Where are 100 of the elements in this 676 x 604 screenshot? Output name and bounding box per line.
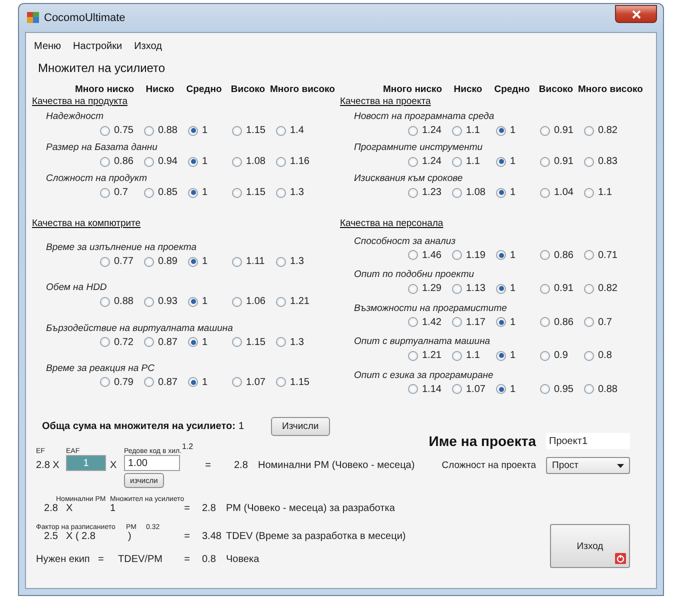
radio-button[interactable]	[232, 337, 242, 348]
radio-button[interactable]	[144, 337, 154, 348]
group-title: Качества на персонала	[340, 218, 444, 229]
radio-button[interactable]	[408, 156, 418, 166]
radio-button[interactable]	[100, 377, 110, 388]
radio-button[interactable]	[144, 256, 154, 267]
radio-button[interactable]	[496, 188, 506, 198]
radio-button[interactable]	[496, 126, 506, 136]
radio-button[interactable]	[540, 250, 550, 260]
radio-button[interactable]	[276, 377, 286, 388]
radio-button[interactable]	[584, 250, 594, 260]
radio-button[interactable]	[452, 284, 462, 294]
radio-button[interactable]	[540, 350, 550, 360]
radio-button[interactable]	[144, 377, 154, 388]
radio-button[interactable]	[408, 284, 418, 294]
radio-button[interactable]	[408, 317, 418, 327]
menu-item[interactable]: Изход	[134, 40, 162, 52]
radio-button[interactable]	[276, 296, 286, 307]
option-value: 0.72	[114, 336, 134, 348]
option-value: 1.3	[290, 187, 304, 198]
radio-button[interactable]	[540, 188, 550, 198]
radio-button[interactable]	[232, 377, 242, 388]
radio-button[interactable]	[452, 126, 462, 136]
radio-button[interactable]	[408, 188, 418, 198]
radio-button[interactable]	[496, 350, 506, 360]
radio-button[interactable]	[188, 126, 198, 136]
radio-button[interactable]	[188, 337, 198, 348]
column-header: Средно	[493, 83, 531, 96]
radio-button[interactable]	[584, 384, 594, 394]
radio-button[interactable]	[496, 284, 506, 294]
menu-item[interactable]: Меню	[34, 40, 62, 52]
radio-button[interactable]	[100, 256, 110, 267]
radio-button[interactable]	[100, 337, 110, 348]
total-label: Обща сума на множителя на усилието:	[42, 421, 236, 432]
radio-button[interactable]	[144, 188, 154, 198]
radio-button[interactable]	[100, 188, 110, 198]
menu-item[interactable]: Настройки	[73, 40, 122, 52]
radio-button[interactable]	[408, 126, 418, 136]
radio-button[interactable]	[584, 317, 594, 327]
app-icon	[27, 12, 39, 24]
exit-button[interactable]: Изход	[550, 524, 630, 568]
radio-button[interactable]	[584, 284, 594, 294]
radio-button[interactable]	[584, 188, 594, 198]
radio-button[interactable]	[144, 296, 154, 307]
radio-button[interactable]	[408, 384, 418, 394]
radio-button[interactable]	[276, 156, 286, 166]
factor-name: Изисквания към срокове	[354, 173, 463, 184]
window-title: CocomoUltimate	[44, 12, 126, 24]
option-value: 1.07	[466, 384, 486, 394]
radio-button[interactable]	[496, 156, 506, 166]
factor-name: Обем на HDD	[46, 282, 107, 294]
column-header: Много ниско	[74, 83, 135, 96]
option-value: 0.83	[598, 156, 618, 167]
radio-button[interactable]	[540, 284, 550, 294]
radio-button[interactable]	[188, 296, 198, 307]
radio-button[interactable]	[452, 188, 462, 198]
radio-button[interactable]	[540, 156, 550, 166]
column-header: Ниско	[144, 83, 176, 96]
option-value: 1.23	[422, 187, 442, 198]
radio-button[interactable]	[100, 296, 110, 307]
calculate-button[interactable]: Изчисли	[271, 417, 330, 436]
radio-button[interactable]	[452, 156, 462, 166]
loc-field[interactable]: 1.00	[124, 455, 180, 471]
radio-button[interactable]	[276, 126, 286, 136]
radio-button[interactable]	[496, 250, 506, 260]
radio-button[interactable]	[584, 126, 594, 136]
close-button[interactable]	[615, 5, 657, 23]
radio-button[interactable]	[540, 126, 550, 136]
radio-button[interactable]	[496, 384, 506, 394]
radio-button[interactable]	[452, 384, 462, 394]
radio-button[interactable]	[408, 250, 418, 260]
radio-button[interactable]	[144, 126, 154, 136]
radio-button[interactable]	[144, 156, 154, 166]
radio-button[interactable]	[452, 317, 462, 327]
radio-button[interactable]	[408, 350, 418, 360]
radio-button[interactable]	[276, 188, 286, 198]
radio-button[interactable]	[232, 156, 242, 166]
radio-button[interactable]	[188, 256, 198, 267]
radio-button[interactable]	[276, 337, 286, 348]
radio-button[interactable]	[100, 156, 110, 166]
radio-button[interactable]	[188, 156, 198, 166]
radio-button[interactable]	[276, 256, 286, 267]
radio-button[interactable]	[100, 126, 110, 136]
radio-button[interactable]	[452, 250, 462, 260]
radio-button[interactable]	[232, 188, 242, 198]
radio-button[interactable]	[188, 188, 198, 198]
option-value: 1.29	[422, 283, 442, 294]
radio-button[interactable]	[232, 256, 242, 267]
radio-button[interactable]	[584, 156, 594, 166]
radio-button[interactable]	[496, 317, 506, 327]
project-name-field[interactable]: Проект1	[546, 433, 630, 449]
radio-button[interactable]	[232, 296, 242, 307]
radio-button[interactable]	[540, 384, 550, 394]
formula-text: X ( 2.8	[66, 531, 96, 542]
radio-button[interactable]	[452, 350, 462, 360]
radio-button[interactable]	[540, 317, 550, 327]
complexity-dropdown[interactable]: Прост	[546, 457, 630, 474]
radio-button[interactable]	[188, 377, 198, 388]
radio-button[interactable]	[584, 350, 594, 360]
radio-button[interactable]	[232, 126, 242, 136]
